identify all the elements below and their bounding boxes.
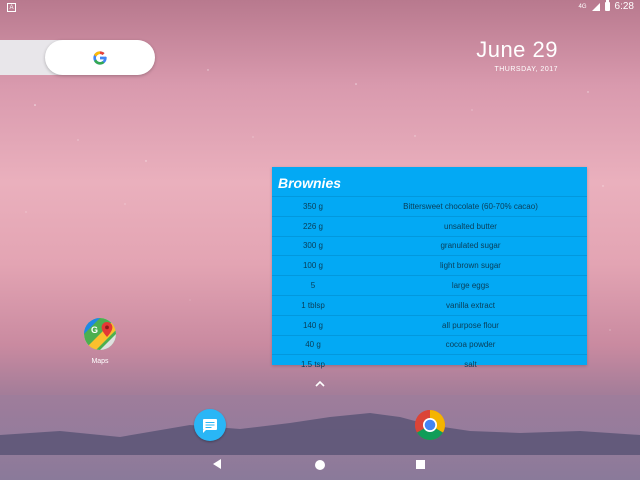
ingredient-row: 40 g cocoa powder [272, 334, 587, 355]
ingredient-name: Bittersweet chocolate (60-70% cacao) [403, 201, 538, 211]
ingredient-row: 5 large eggs [272, 275, 587, 295]
signal-label: 4G [578, 3, 587, 10]
home-button-icon[interactable] [315, 460, 325, 470]
maps-label: Maps [91, 358, 109, 365]
ingredient-quantity: 1 tblsp [301, 300, 325, 310]
ingredient-name: light brown sugar [440, 261, 501, 271]
chrome-app-button[interactable] [414, 409, 446, 441]
recipe-widget[interactable]: Brownies 350 g Bittersweet chocolate (60-… [272, 167, 587, 369]
ingredient-row: 100 g light brown sugar [272, 255, 587, 275]
ingredient-row: 226 g unsalted butter [272, 215, 587, 236]
ingredient-quantity: 140 g [302, 320, 324, 330]
ingredient-row: 1.5 tsp salt [272, 354, 587, 374]
messages-icon [203, 419, 217, 433]
ingredient-name: cocoa powder [445, 340, 496, 350]
recents-button-icon[interactable] [416, 460, 425, 469]
ingredient-quantity: 40 g [305, 340, 321, 350]
messages-app-button[interactable] [194, 409, 226, 441]
ingredient-quantity: 300 g [302, 241, 324, 251]
status-indicators: 4G 6:28 [578, 0, 634, 12]
ingredient-name: granulated sugar [440, 241, 501, 251]
ingredient-quantity: 1.5 tsp [300, 360, 325, 370]
ingredient-row: 350 g Bittersweet chocolate (60-70% cacao… [272, 196, 587, 216]
date-display[interactable]: June 29 [476, 37, 558, 63]
ingredient-quantity: 5 [310, 281, 316, 291]
google-logo-icon [93, 50, 107, 65]
ingredient-quantity: 350 g [302, 201, 324, 211]
weekday-year-display: THURSDAY, 2017 [494, 66, 558, 73]
back-button-icon[interactable] [213, 459, 221, 469]
wallpaper-mountains [0, 413, 640, 455]
maps-app-shortcut[interactable]: G [83, 317, 117, 356]
app-drawer-arrow-icon[interactable] [313, 379, 327, 389]
ingredient-name: unsalted butter [444, 221, 497, 231]
ingredient-name: vanilla extract [446, 300, 495, 310]
ingredient-quantity: 100 g [302, 261, 324, 271]
ingredient-name: large eggs [451, 281, 490, 291]
recipe-title: Brownies [278, 175, 342, 191]
ingredient-quantity: 226 g [302, 221, 324, 231]
ingredient-name: all purpose flour [442, 320, 499, 330]
google-search-button[interactable] [45, 40, 155, 75]
ingredient-name: salt [464, 360, 477, 370]
ingredient-row: 140 g all purpose flour [272, 314, 587, 335]
ingredient-list: 350 g Bittersweet chocolate (60-70% cacao… [272, 196, 587, 374]
status-time: 6:28 [614, 1, 634, 12]
chrome-icon [414, 410, 446, 441]
battery-icon [604, 0, 610, 11]
status-bar: A 4G 6:28 [0, 0, 640, 16]
svg-text:G: G [91, 325, 98, 335]
cell-signal-icon [591, 2, 600, 11]
maps-icon: G [84, 318, 116, 350]
notification-icon: A [7, 3, 16, 12]
ingredient-row: 300 g granulated sugar [272, 235, 587, 256]
ingredient-row: 1 tblsp vanilla extract [272, 294, 587, 315]
